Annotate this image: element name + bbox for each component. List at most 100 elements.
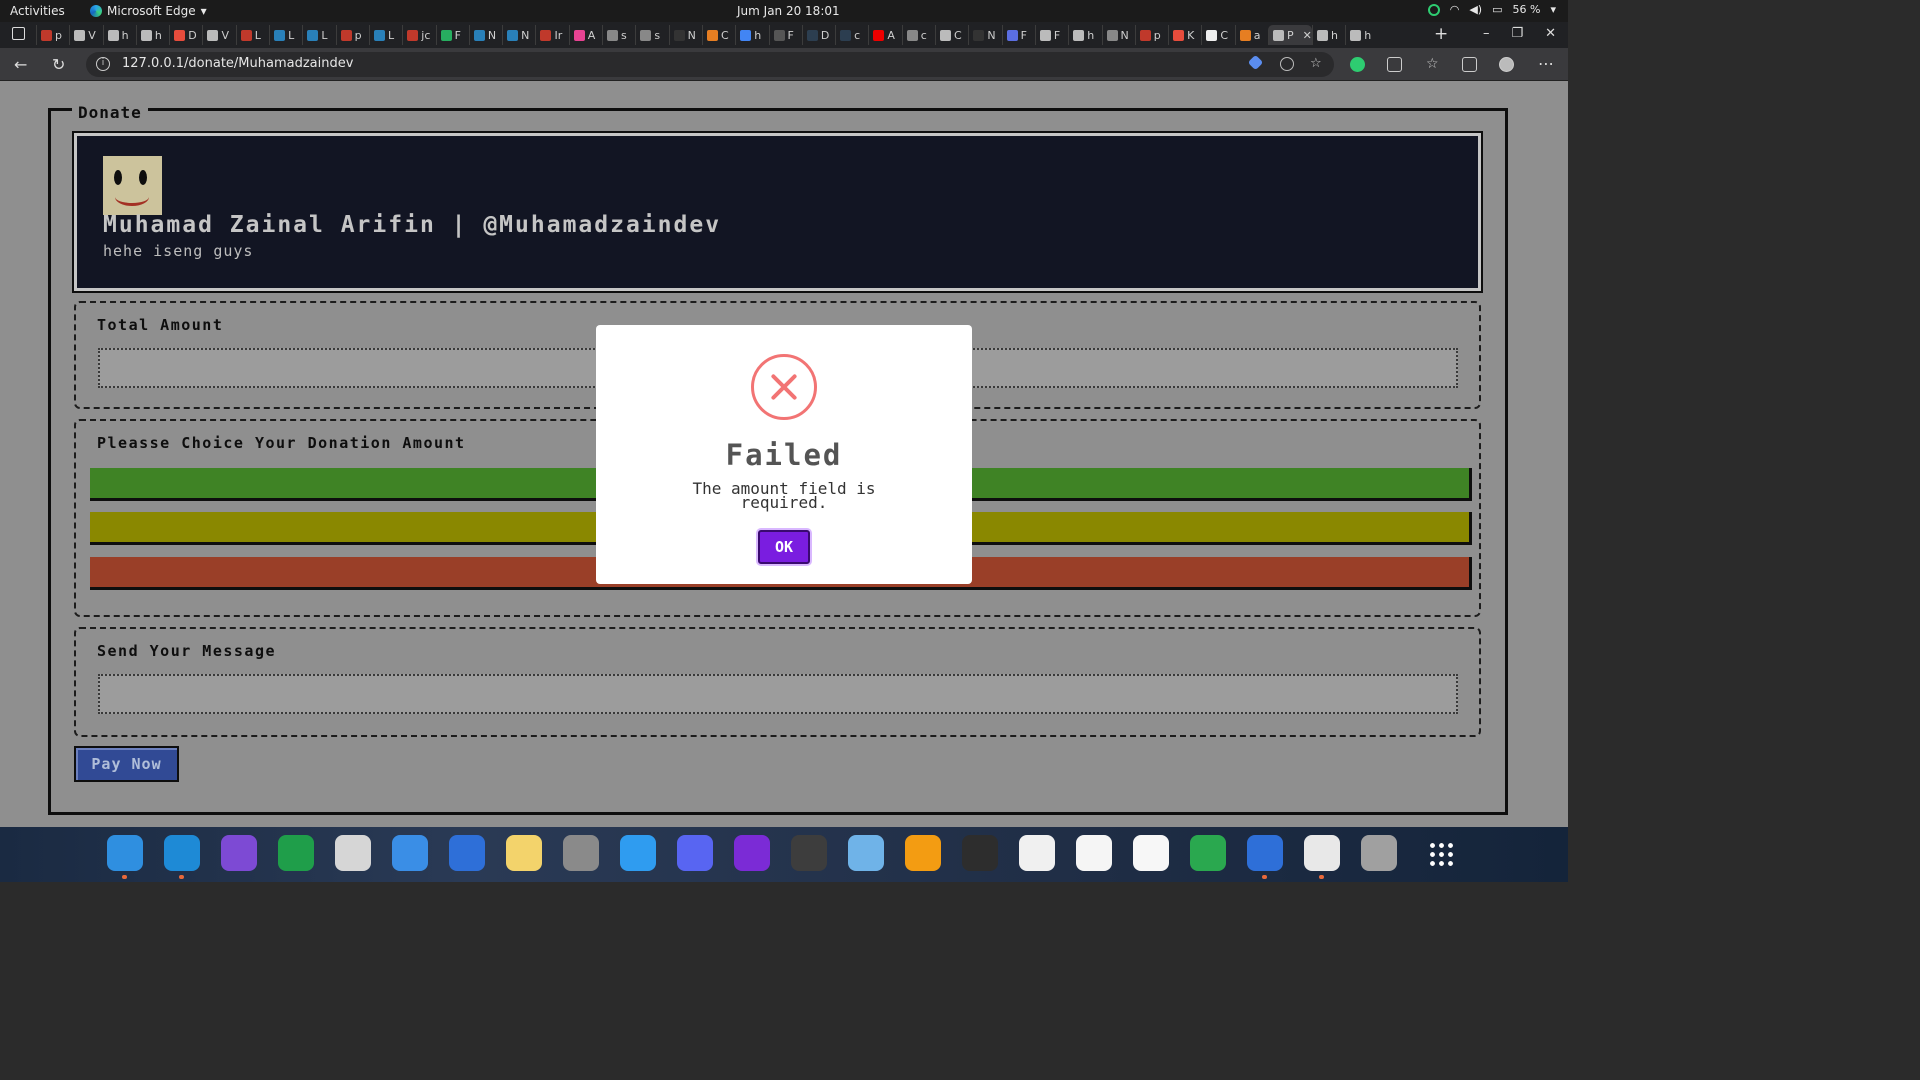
show-apps-icon[interactable] (1428, 841, 1454, 867)
url-text[interactable]: 127.0.0.1/donate/Muhamadzaindev (122, 56, 353, 71)
tor-browser-icon[interactable] (221, 835, 257, 871)
presentation-icon[interactable] (1019, 835, 1055, 871)
browser-tab[interactable]: N (1101, 25, 1135, 45)
browser-tab[interactable]: h (1311, 25, 1345, 45)
hexagon-app-2-icon[interactable] (1247, 835, 1283, 879)
browser-tab[interactable]: h (1345, 25, 1378, 45)
back-icon[interactable]: ← (14, 55, 27, 74)
screenshot-icon[interactable] (791, 835, 827, 871)
tab-actions-icon[interactable] (12, 27, 25, 40)
browser-tab[interactable]: a (1234, 25, 1268, 45)
reload-icon[interactable]: ↻ (52, 55, 65, 74)
browser-tab[interactable]: L (302, 25, 335, 45)
browser-tab[interactable]: p (335, 25, 369, 45)
minimize-icon[interactable]: – (1483, 26, 1490, 41)
system-tray[interactable]: ◠ ◀) ▭ 56 % ▾ (1427, 3, 1556, 16)
browser-tab[interactable]: s (635, 25, 668, 45)
gimp-icon[interactable] (335, 835, 371, 871)
browser-tab[interactable]: N (968, 25, 1001, 45)
browser-tab[interactable]: p (1134, 25, 1168, 45)
browser-tab[interactable]: s (602, 25, 635, 45)
extension-icon[interactable] (1350, 57, 1365, 72)
collections-icon[interactable] (1462, 57, 1477, 72)
activities-button[interactable]: Activities (10, 4, 65, 18)
browser-tab[interactable]: A (568, 25, 602, 45)
close-window-icon[interactable]: ✕ (1545, 26, 1556, 41)
running-indicator (122, 875, 127, 879)
finder-icon[interactable] (392, 835, 428, 871)
browser-tab[interactable]: K (1168, 25, 1201, 45)
tab-favicon-icon (973, 29, 985, 41)
browser-tab[interactable]: h (135, 25, 169, 45)
tab-favicon-icon (1350, 29, 1362, 41)
browser-tab[interactable]: C (935, 25, 968, 45)
close-tab-icon[interactable]: ✕ (1303, 29, 1312, 42)
browser-tab[interactable]: L (269, 25, 302, 45)
browser-tab[interactable]: F (1001, 25, 1035, 45)
browser-tab[interactable]: L (235, 25, 269, 45)
browser-tab[interactable]: P ✕ (1267, 25, 1312, 45)
browser-tab[interactable]: c (901, 25, 935, 45)
browser-tab[interactable]: h (1068, 25, 1101, 45)
profile-avatar[interactable] (1499, 57, 1514, 72)
browser-tab[interactable]: D (169, 25, 202, 45)
spreadsheet-icon[interactable] (1076, 835, 1112, 871)
browser-tab[interactable]: F (435, 25, 469, 45)
chat-icon[interactable] (278, 835, 314, 871)
more-icon[interactable]: ⋯ (1538, 54, 1554, 73)
browser-tab[interactable]: F (1034, 25, 1068, 45)
volume-icon[interactable]: ◀) (1469, 3, 1482, 16)
hexagon-app-icon[interactable] (449, 835, 485, 871)
settings-icon[interactable] (563, 835, 599, 871)
url-field[interactable]: i 127.0.0.1/donate/Muhamadzaindev ☆ (86, 52, 1334, 77)
browser-tab[interactable]: h (735, 25, 768, 45)
browser-tab[interactable]: p (36, 25, 69, 45)
ok-button[interactable]: OK (758, 530, 810, 564)
browser-tab[interactable]: V (69, 25, 102, 45)
address-bar: ← ↻ i 127.0.0.1/donate/Muhamadzaindev ☆ … (0, 48, 1568, 81)
browser-tab[interactable]: c (835, 25, 868, 45)
browser-tab[interactable]: D (801, 25, 835, 45)
zoom-icon[interactable] (1280, 57, 1294, 71)
launcher-icon[interactable] (734, 835, 770, 871)
browser-tab[interactable]: N (468, 25, 502, 45)
browser-tab[interactable]: V (202, 25, 235, 45)
update-icon[interactable] (1427, 3, 1440, 16)
battery-icon[interactable]: ▭ (1492, 3, 1502, 16)
browser-tab[interactable]: A (868, 25, 901, 45)
browser-tab[interactable]: h (102, 25, 136, 45)
tab-label: F (1053, 28, 1061, 42)
browser-tab[interactable]: N (502, 25, 535, 45)
clock[interactable]: Jum Jan 20 18:01 (737, 4, 840, 18)
browser-tab[interactable]: L (368, 25, 402, 45)
discord-icon[interactable] (677, 835, 713, 871)
files-icon[interactable] (848, 835, 884, 871)
extensions-icon[interactable] (1387, 57, 1402, 72)
browser-tab[interactable]: jc (402, 25, 435, 45)
favorite-add-icon[interactable]: ☆ (1310, 57, 1324, 71)
vlc-icon[interactable] (905, 835, 941, 871)
text-editor-icon[interactable] (1133, 835, 1169, 871)
browser-tab[interactable]: F (768, 25, 802, 45)
tab-favicon-icon (540, 29, 552, 41)
browser-tab[interactable]: C (701, 25, 735, 45)
vscode-icon[interactable] (107, 835, 143, 879)
power-menu-icon[interactable]: ▾ (1550, 3, 1556, 16)
new-tab-icon[interactable]: + (1434, 24, 1448, 44)
camera-icon[interactable] (1304, 835, 1340, 879)
terminal-icon[interactable] (962, 835, 998, 871)
browser-tab[interactable]: Ir (535, 25, 568, 45)
drawing-icon[interactable] (1190, 835, 1226, 871)
favorites-icon[interactable]: ☆ (1426, 57, 1441, 72)
edge-icon[interactable] (164, 835, 200, 879)
appstore-icon[interactable] (620, 835, 656, 871)
site-info-icon[interactable]: i (96, 57, 110, 71)
browser-tab[interactable]: N (668, 25, 702, 45)
wifi-icon[interactable]: ◠ (1450, 3, 1460, 16)
browser-tab[interactable]: C (1201, 25, 1234, 45)
app-menu[interactable]: Microsoft Edge ▾ (90, 4, 207, 18)
notes-icon[interactable] (506, 835, 542, 871)
tag-icon[interactable] (1247, 54, 1264, 71)
restore-icon[interactable]: ❐ (1511, 26, 1523, 41)
disk-icon[interactable] (1361, 835, 1397, 871)
